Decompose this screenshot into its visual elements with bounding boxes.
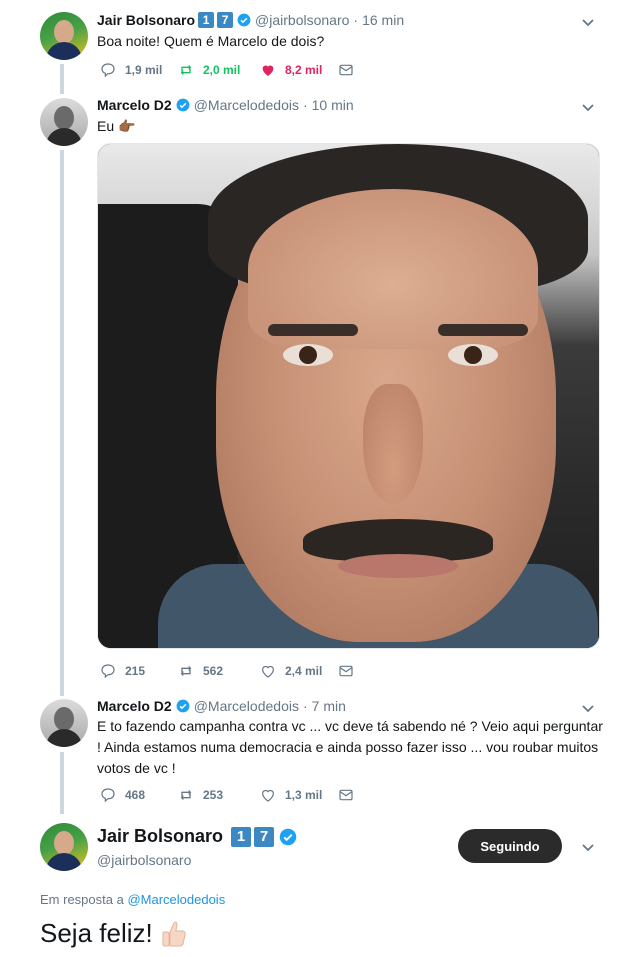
- author-handle[interactable]: @Marcelodedois: [194, 698, 299, 714]
- thread-line: [60, 64, 64, 94]
- following-button[interactable]: Seguindo: [458, 829, 562, 863]
- avatar[interactable]: [40, 823, 88, 871]
- like-icon: [262, 665, 274, 678]
- tweet-text-line: E to fazendo campanha contra vc ... vc d…: [97, 718, 603, 734]
- retweet-count: 253: [203, 788, 224, 802]
- avatar[interactable]: [40, 699, 88, 747]
- reply-button[interactable]: 468: [100, 787, 178, 803]
- timestamp[interactable]: 16 min: [362, 12, 404, 28]
- verified-icon: [176, 98, 190, 112]
- main-tweet-text: Seja feliz!: [40, 918, 153, 948]
- badge: 7: [254, 826, 275, 847]
- author-name[interactable]: Jair Bolsonaro: [97, 826, 223, 847]
- message-button[interactable]: [338, 62, 363, 78]
- like-count: 2,4 mil: [285, 664, 323, 678]
- thread-line: [60, 150, 64, 696]
- timestamp[interactable]: 10 min: [312, 97, 354, 113]
- like-icon: [262, 789, 274, 802]
- verified-icon: [279, 828, 297, 845]
- message-button[interactable]: [338, 663, 363, 679]
- retweet-button[interactable]: 253: [178, 787, 260, 803]
- reply-icon: [101, 664, 115, 679]
- message-icon: [339, 665, 353, 677]
- retweet-count: 2,0 mil: [203, 63, 241, 77]
- retweet-button[interactable]: 562: [178, 663, 260, 679]
- separator: ·: [302, 698, 308, 714]
- reply-button[interactable]: 1,9 mil: [100, 62, 178, 78]
- reply-count: 1,9 mil: [125, 63, 163, 77]
- retweet-button[interactable]: 2,0 mil: [178, 62, 260, 78]
- reply-count: 468: [125, 788, 146, 802]
- verified-icon: [176, 699, 190, 713]
- like-button[interactable]: 8,2 mil: [260, 62, 338, 78]
- tweet-text: Seja feliz!: [40, 918, 187, 949]
- retweet-icon: [180, 789, 192, 801]
- like-button[interactable]: 2,4 mil: [260, 663, 338, 679]
- retweet-icon: [180, 64, 192, 76]
- message-icon: [339, 789, 353, 801]
- retweet-count: 562: [203, 664, 224, 678]
- like-icon: [262, 65, 274, 76]
- like-count: 1,3 mil: [285, 788, 323, 802]
- separator: ·: [302, 97, 308, 113]
- tweet-text: Eu 👉🏾: [97, 118, 136, 134]
- badge: 1: [231, 826, 252, 847]
- reply-icon: [101, 788, 115, 803]
- author-name[interactable]: Jair Bolsonaro: [97, 12, 195, 28]
- thumbs-up-icon: [162, 921, 186, 946]
- thread-line: [60, 752, 64, 814]
- reply-count: 215: [125, 664, 146, 678]
- author-name[interactable]: Marcelo D2: [97, 698, 172, 714]
- chevron-down-icon[interactable]: [580, 14, 596, 30]
- badge: 7: [217, 12, 234, 28]
- message-button[interactable]: [338, 787, 363, 803]
- retweet-icon: [180, 665, 192, 677]
- chevron-down-icon[interactable]: [580, 99, 596, 115]
- chevron-down-icon[interactable]: [580, 839, 596, 855]
- badge: 1: [198, 12, 215, 28]
- tweet-text-line: votos de vc !: [97, 760, 176, 776]
- reply-button[interactable]: 215: [100, 663, 178, 679]
- tweet-text: Boa noite! Quem é Marcelo de dois?: [97, 33, 325, 49]
- message-icon: [339, 64, 353, 76]
- avatar[interactable]: [40, 98, 88, 146]
- reply-prefix: Em resposta a: [40, 892, 124, 907]
- timestamp[interactable]: 7 min: [312, 698, 346, 714]
- reply-context: Em resposta a @Marcelodedois: [40, 892, 225, 907]
- tweet-text-line: ! Ainda estamos numa democracia e ainda …: [97, 739, 599, 755]
- like-button[interactable]: 1,3 mil: [260, 787, 338, 803]
- like-count: 8,2 mil: [285, 63, 323, 77]
- tweet-text: E to fazendo campanha contra vc ... vc d…: [97, 716, 603, 779]
- reply-icon: [101, 63, 115, 78]
- author-handle[interactable]: @jairbolsonaro: [255, 12, 349, 28]
- tweet-photo[interactable]: [97, 143, 600, 649]
- separator: ·: [353, 12, 359, 28]
- verified-icon: [237, 13, 251, 27]
- chevron-down-icon[interactable]: [580, 700, 596, 716]
- author-handle[interactable]: @Marcelodedois: [194, 97, 299, 113]
- avatar[interactable]: [40, 12, 88, 60]
- author-handle[interactable]: @jairbolsonaro: [97, 852, 191, 868]
- author-name[interactable]: Marcelo D2: [97, 97, 172, 113]
- reply-mention-link[interactable]: @Marcelodedois: [127, 892, 225, 907]
